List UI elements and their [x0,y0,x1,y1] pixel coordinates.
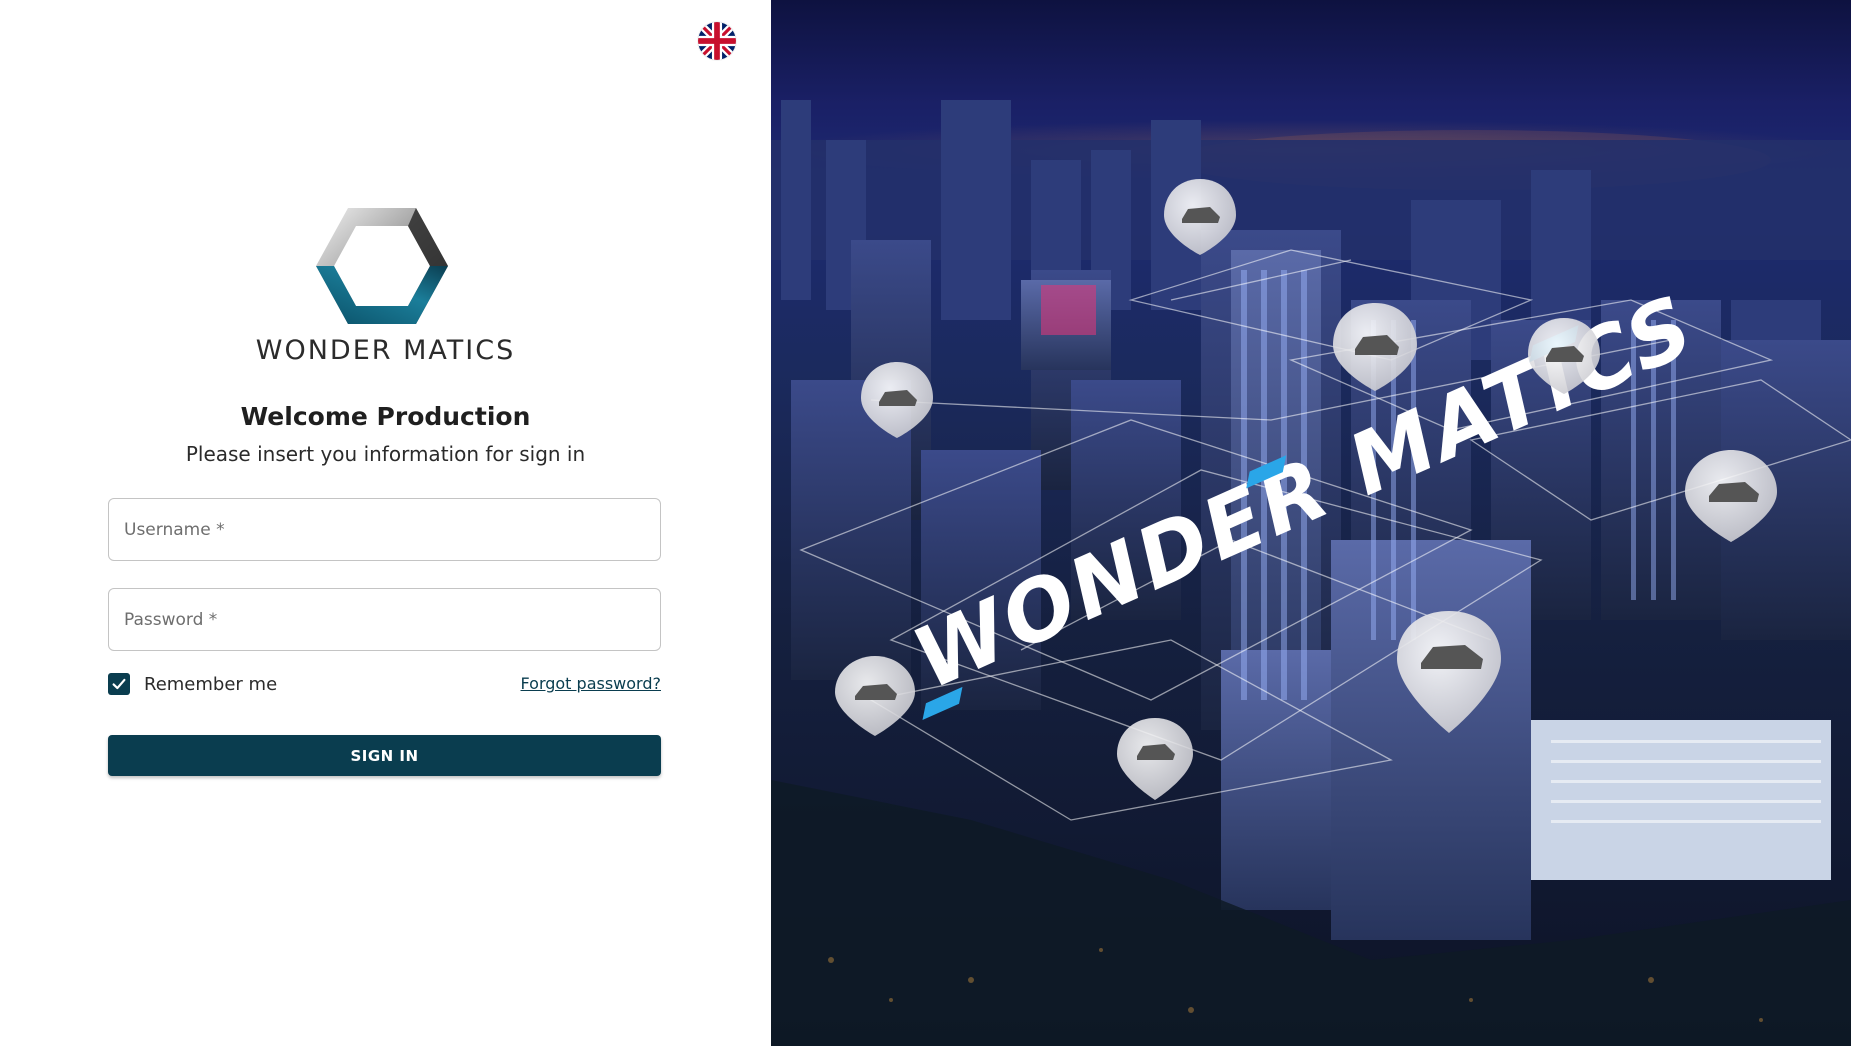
remember-me-label: Remember me [144,673,278,695]
hexagon-ring-logo-icon [316,208,448,324]
page-title: Welcome Production [240,402,531,431]
remember-me-checkbox[interactable]: Remember me [108,673,277,695]
password-input[interactable] [109,589,660,650]
forgot-password-link[interactable]: Forgot password? [521,674,661,693]
username-input[interactable] [109,499,660,560]
login-panel: WONDER MATICS Welcome Production Please … [0,0,771,1046]
username-field [108,498,661,561]
hero-image: WONDER MATICS [771,0,1851,1046]
sign-in-button[interactable]: SIGN IN [108,735,661,776]
password-field [108,588,661,651]
language-switcher[interactable] [698,22,736,60]
uk-flag-icon [698,22,736,60]
page-subtitle: Please insert you information for sign i… [185,442,586,466]
checkbox-checked-icon[interactable] [108,673,130,695]
brand-name: WONDER MATICS [255,335,516,366]
city-night-illustration: WONDER MATICS [771,100,1851,1046]
